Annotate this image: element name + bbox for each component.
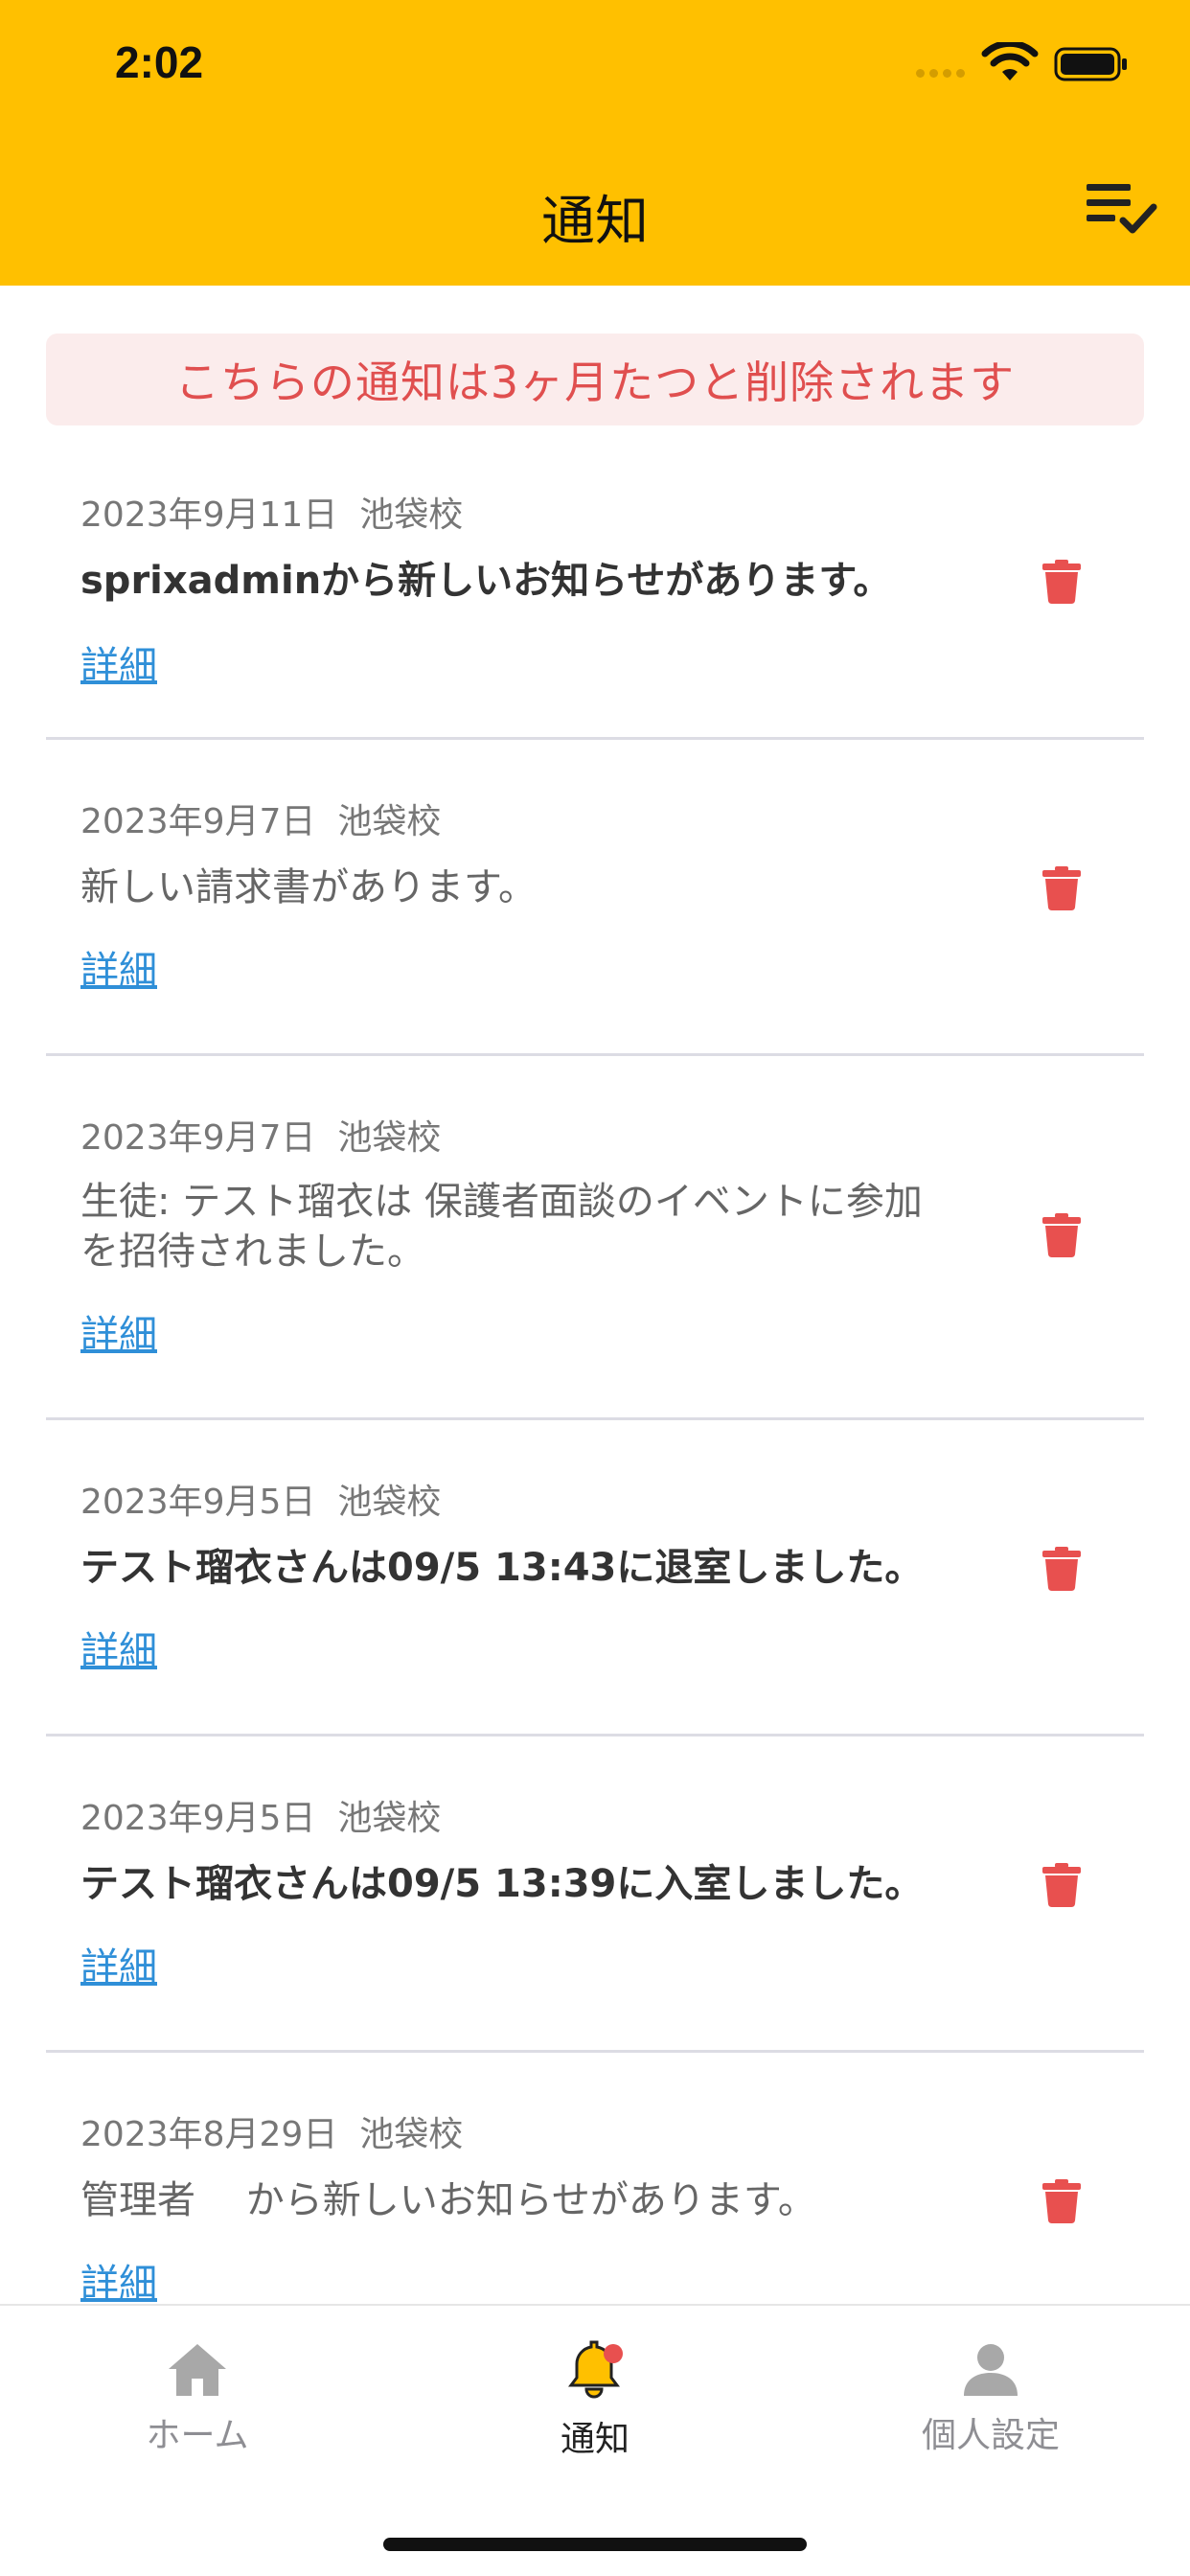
home-indicator[interactable]: [383, 2538, 807, 2551]
notification-item[interactable]: 2023年9月7日 池袋校 新しい請求書があります。 詳細: [46, 740, 1144, 1056]
tab-settings[interactable]: 個人設定: [866, 2340, 1115, 2457]
tab-label: ホーム: [146, 2416, 249, 2455]
notification-date: 2023年9月7日: [80, 1118, 316, 1158]
notification-meta: 2023年9月7日 池袋校: [80, 794, 441, 843]
tab-label: 通知: [560, 2420, 629, 2459]
notification-badge: [604, 2344, 623, 2363]
notification-date: 2023年9月11日: [80, 495, 338, 535]
notification-meta: 2023年9月5日 池袋校: [80, 1474, 441, 1524]
notification-message-line: 生徒: テスト瑠衣は 保護者面談のイベントに参加: [80, 1180, 923, 1224]
notification-message: 新しい請求書があります。: [80, 865, 537, 909]
notification-item[interactable]: 2023年9月5日 池袋校 テスト瑠衣さんは09/5 13:43に退室しました。…: [46, 1420, 1144, 1736]
notification-message-line: を招待されました。: [80, 1230, 425, 1274]
detail-link[interactable]: 詳細: [80, 2252, 157, 2306]
notification-school: 池袋校: [337, 802, 442, 841]
detail-link[interactable]: 詳細: [80, 634, 157, 690]
list-check-icon[interactable]: [1085, 178, 1157, 240]
home-icon: [169, 2344, 226, 2396]
page-title: 通知: [541, 191, 649, 253]
cellular-signal-icon: [916, 61, 970, 80]
notification-school: 池袋校: [337, 1483, 442, 1522]
trash-icon[interactable]: [1042, 1213, 1081, 1257]
notification-item[interactable]: 2023年9月5日 池袋校 テスト瑠衣さんは09/5 13:39に入室しました。…: [46, 1736, 1144, 2053]
battery-icon: [1054, 47, 1127, 81]
tab-notifications[interactable]: 通知: [470, 2340, 720, 2461]
notification-meta: 2023年9月5日 池袋校: [80, 1790, 441, 1840]
notification-date: 2023年9月5日: [80, 1483, 316, 1522]
notification-message: 生徒: テスト瑠衣は 保護者面談のイベントに参加 を招待されました。: [80, 1177, 1000, 1276]
detail-link[interactable]: 詳細: [80, 1936, 157, 1991]
notification-meta: 2023年8月29日 池袋校: [80, 2106, 463, 2156]
bell-icon: [568, 2340, 623, 2399]
notification-date: 2023年9月5日: [80, 1799, 316, 1838]
tab-home[interactable]: ホーム: [73, 2340, 322, 2457]
notification-message: sprixadminから新しいお知らせがあります。: [80, 559, 892, 603]
trash-icon[interactable]: [1042, 1547, 1081, 1591]
notification-date: 2023年8月29日: [80, 2115, 338, 2154]
wifi-icon: [981, 42, 1039, 80]
trash-icon[interactable]: [1042, 1863, 1081, 1907]
retention-banner: こちらの通知は3ヶ月たつと削除されます: [46, 334, 1144, 426]
detail-link[interactable]: 詳細: [80, 1303, 157, 1359]
tab-label: 個人設定: [921, 2416, 1060, 2455]
notification-date: 2023年9月7日: [80, 802, 316, 841]
notification-school: 池袋校: [337, 1799, 442, 1838]
header: 2:02 通知: [0, 0, 1190, 286]
detail-link[interactable]: 詳細: [80, 939, 157, 995]
notification-school: 池袋校: [359, 495, 464, 535]
notification-school: 池袋校: [359, 2115, 464, 2154]
trash-icon[interactable]: [1042, 560, 1081, 604]
notification-item[interactable]: 2023年9月7日 池袋校 生徒: テスト瑠衣は 保護者面談のイベントに参加 を…: [46, 1056, 1144, 1420]
notification-meta: 2023年9月7日 池袋校: [80, 1110, 441, 1160]
notification-school: 池袋校: [337, 1118, 442, 1158]
notification-list[interactable]: こちらの通知は3ヶ月たつと削除されます 2023年9月11日 池袋校 sprix…: [0, 286, 1190, 2306]
detail-link[interactable]: 詳細: [80, 1620, 157, 1675]
notification-item[interactable]: 2023年9月11日 池袋校 sprixadminから新しいお知らせがあります。…: [46, 462, 1144, 740]
trash-icon[interactable]: [1042, 866, 1081, 910]
person-icon: [964, 2344, 1018, 2396]
notification-message: テスト瑠衣さんは09/5 13:39に入室しました。: [80, 1862, 924, 1906]
notification-meta: 2023年9月11日 池袋校: [80, 487, 463, 537]
trash-icon[interactable]: [1042, 2179, 1081, 2223]
tab-bar: ホーム 通知 個人設定: [0, 2304, 1190, 2576]
notification-message: 管理者 から新しいお知らせがあります。: [80, 2178, 816, 2222]
notification-item[interactable]: 2023年8月29日 池袋校 管理者 から新しいお知らせがあります。 詳細: [46, 2053, 1144, 2306]
status-time: 2:02: [115, 37, 204, 87]
notification-message: テスト瑠衣さんは09/5 13:43に退室しました。: [80, 1546, 924, 1590]
